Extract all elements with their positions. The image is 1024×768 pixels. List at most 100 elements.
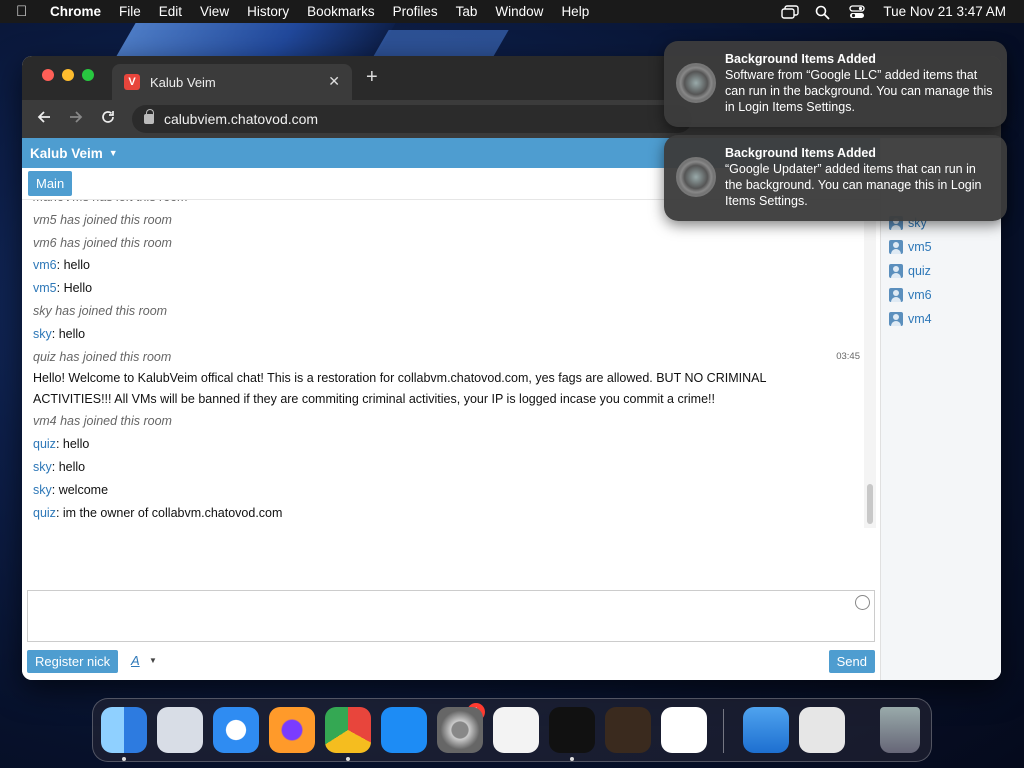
message-text: : hello [55, 437, 90, 452]
launchpad-icon[interactable] [157, 707, 203, 753]
close-window-button[interactable] [42, 69, 54, 81]
menu-help[interactable]: Help [561, 4, 589, 19]
back-button[interactable] [28, 110, 60, 129]
chevron-down-icon[interactable]: ▼ [109, 148, 118, 158]
message-text: : hello [51, 326, 86, 341]
weather-icon[interactable] [743, 707, 789, 753]
menu-edit[interactable]: Edit [159, 4, 182, 19]
message-list[interactable]: ManoVMs has left this room vm5 has joined… [28, 200, 872, 528]
garageband-icon[interactable] [605, 707, 651, 753]
notification-body: “Google Updater” added items that can ru… [725, 162, 982, 208]
tab-close-icon[interactable]: ✕ [328, 73, 340, 90]
app-store-icon[interactable] [381, 707, 427, 753]
notification-card[interactable]: Background Items Added “Google Updater” … [664, 135, 1007, 221]
message-text: : hello [56, 258, 90, 273]
new-tab-button[interactable]: + [366, 66, 378, 89]
apple-icon[interactable]:  [16, 3, 40, 20]
zoom-window-button[interactable] [82, 69, 94, 81]
message-nick[interactable]: quiz [33, 506, 56, 520]
dock: 1 [92, 698, 932, 762]
minimize-window-button[interactable] [62, 69, 74, 81]
menu-view[interactable]: View [200, 4, 229, 19]
message-input[interactable] [27, 590, 875, 642]
user-nick: vm6 [908, 288, 932, 302]
message-text: : im the owner of collabvm.chatovod.com [55, 505, 283, 520]
chat-message: sky: welcome [28, 479, 872, 502]
chevron-down-icon[interactable]: ▼ [149, 656, 157, 665]
system-settings-icon [676, 157, 716, 197]
finder-icon[interactable] [101, 707, 147, 753]
message-nick[interactable]: sky [33, 483, 52, 497]
menu-file[interactable]: File [119, 4, 141, 19]
message-nick[interactable]: vm5 [33, 281, 57, 295]
user-nick: vm5 [908, 240, 932, 254]
firefox-icon[interactable] [269, 707, 315, 753]
chat-message: quiz: im the real one fr [28, 524, 872, 528]
site-favicon-icon: V [124, 74, 140, 90]
trash-icon[interactable] [880, 707, 920, 753]
lock-icon[interactable] [144, 109, 154, 124]
chat-message: vm6: hello [28, 254, 872, 277]
menu-tab[interactable]: Tab [456, 4, 478, 19]
font-style-button[interactable]: A [131, 653, 140, 668]
safari-icon[interactable] [213, 707, 259, 753]
menu-clock[interactable]: Tue Nov 21 3:47 AM [883, 4, 1006, 19]
message-nick[interactable]: quiz [33, 437, 56, 451]
chat-name-dropdown[interactable]: Kalub Veim [30, 146, 103, 161]
system-message: vm4 has joined this room [28, 410, 872, 433]
user-icon [889, 312, 903, 326]
menu-app-name[interactable]: Chrome [50, 4, 101, 19]
menu-profiles[interactable]: Profiles [393, 4, 438, 19]
notification-title: Background Items Added [725, 146, 876, 160]
message-text: ManoVMs has left this room [33, 200, 188, 204]
running-indicator [122, 757, 126, 761]
preview-icon[interactable] [799, 707, 845, 753]
message-nick[interactable]: vm6 [33, 258, 57, 272]
emoji-icon[interactable] [855, 595, 870, 610]
user-nick: vm4 [908, 312, 932, 326]
reload-button[interactable] [92, 110, 124, 129]
user-icon [889, 240, 903, 254]
menu-history[interactable]: History [247, 4, 289, 19]
chat-message: quiz: im the owner of collabvm.chatovod.… [28, 502, 872, 525]
scrollbar-thumb[interactable] [867, 484, 873, 524]
menu-window[interactable]: Window [495, 4, 543, 19]
user-list-item[interactable]: vm4 [889, 309, 932, 329]
message-text: vm6 has joined this room [33, 235, 172, 250]
chat-bottom-bar: Register nick A ▼ Send [27, 650, 875, 674]
tab-main-room[interactable]: Main [28, 171, 73, 196]
message-text: : hello [51, 459, 86, 474]
textedit-icon[interactable] [493, 707, 539, 753]
chat-message: quiz: hello [28, 433, 872, 456]
notification-card[interactable]: Background Items Added Software from “Go… [664, 41, 1007, 127]
message-text: sky has joined this room [33, 303, 168, 318]
message-nick[interactable]: sky [33, 327, 52, 341]
system-settings-icon[interactable] [437, 707, 483, 753]
message-text: quiz has joined this room [33, 349, 172, 364]
notification-body: Software from “Google LLC” added items t… [725, 68, 993, 114]
control-center-icon[interactable] [849, 5, 866, 18]
user-icon [889, 264, 903, 278]
chrome-icon[interactable] [325, 707, 371, 753]
message-scrollbar[interactable] [864, 200, 876, 528]
send-button[interactable]: Send [828, 650, 875, 673]
tab-title: Kalub Veim [150, 74, 216, 90]
menu-bookmarks[interactable]: Bookmarks [307, 4, 375, 19]
forward-button[interactable] [60, 110, 92, 129]
terminal-icon[interactable] [549, 707, 595, 753]
user-icon [889, 288, 903, 302]
system-settings-icon [676, 63, 716, 103]
message-text: vm4 has joined this room [33, 414, 172, 429]
screen-mirroring-icon[interactable] [781, 5, 800, 19]
message-timestamp: 03:45 [836, 350, 860, 362]
spotlight-search-icon[interactable] [815, 5, 831, 20]
message-nick[interactable]: sky [33, 460, 52, 474]
message-text: : welcome [51, 482, 109, 497]
user-list-item[interactable]: vm6 [889, 285, 932, 305]
user-list-item[interactable]: vm5 [889, 237, 932, 257]
browser-tab[interactable]: V Kalub Veim ✕ [112, 64, 352, 100]
register-nick-button[interactable]: Register nick [27, 650, 119, 673]
vscode-icon[interactable] [661, 707, 707, 753]
address-bar[interactable]: calubviem.chatovod.com [132, 105, 692, 133]
user-list-item[interactable]: quiz [889, 261, 931, 281]
